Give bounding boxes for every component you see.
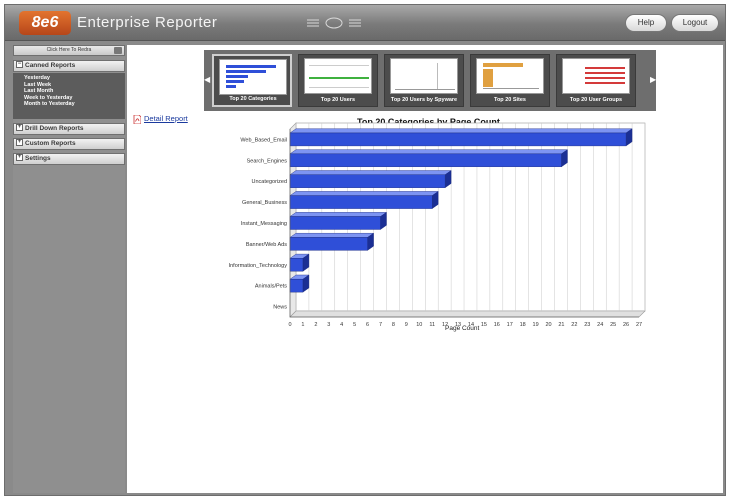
expand-box-icon: + — [16, 153, 23, 161]
bar — [289, 132, 627, 147]
x-tick-label: 25 — [610, 322, 616, 328]
bar-top-face — [289, 149, 569, 155]
thumbnail-label: Top 20 User Groups — [569, 97, 623, 103]
bar — [289, 174, 446, 188]
x-tick-label: 8 — [392, 322, 395, 328]
nav-settings[interactable]: + Settings — [13, 153, 125, 165]
nav-canned-reports[interactable]: − Canned Reports — [13, 60, 125, 72]
bar — [289, 216, 381, 230]
x-tick-label: 23 — [584, 322, 590, 328]
y-category-label: Search_Engines — [247, 158, 288, 164]
x-tick-label: 15 — [481, 322, 487, 328]
nav-custom-reports[interactable]: + Custom Reports — [13, 138, 125, 150]
thumbnail-label: Top 20 Users — [320, 97, 356, 103]
canned-reports-list: Yesterday Last Week Last Month Week to Y… — [13, 73, 125, 119]
bar-top-face — [289, 191, 439, 196]
plot-floor — [289, 310, 646, 318]
header-bar: 8e6 Enterprise Reporter Help Logout — [5, 5, 725, 41]
brand-logo: 8e6 — [19, 11, 71, 35]
x-tick-label: 9 — [405, 322, 408, 328]
y-category-label: Information_Technology — [229, 263, 288, 269]
x-tick-label: 24 — [597, 322, 603, 328]
chart-x-axis-label: Page Count — [445, 325, 480, 332]
thumbnail-label: Top 20 Sites — [494, 97, 526, 103]
carousel-left-arrow-icon[interactable]: ◀ — [204, 72, 210, 88]
x-tick-label: 17 — [507, 322, 513, 328]
thumbnail-top-20-sites[interactable]: Top 20 Sites — [470, 54, 550, 107]
logout-button[interactable]: Logout — [671, 14, 719, 32]
thumbnail-top-20-users[interactable]: Top 20 Users — [298, 54, 378, 107]
x-tick-label: 22 — [571, 322, 577, 328]
bar — [289, 278, 304, 293]
y-category-label: Animals/Pets — [255, 284, 287, 290]
y-category-label: Banner/Web Ads — [246, 242, 287, 248]
y-category-label: Web_Based_Email — [240, 137, 287, 143]
nav-canned-reports-label: Canned Reports — [25, 62, 76, 69]
x-tick-label: 27 — [636, 322, 642, 328]
bar-top-face — [289, 128, 633, 134]
main-content: ◀ Top 20 Categories Top 20 Users Top 20 … — [127, 45, 723, 493]
carousel-right-arrow-icon[interactable]: ▶ — [650, 72, 656, 88]
x-tick-label: 0 — [288, 322, 291, 328]
thumbnail-preview — [562, 58, 630, 94]
x-tick-label: 11 — [429, 322, 435, 328]
x-tick-label: 10 — [416, 322, 422, 328]
bar — [289, 258, 304, 272]
canned-item-month-to-yesterday[interactable]: Month to Yesterday — [24, 101, 125, 108]
y-category-label: News — [273, 305, 287, 311]
x-tick-label: 19 — [533, 322, 539, 328]
thumbnail-preview — [476, 58, 544, 94]
bar — [289, 153, 562, 168]
nav-drill-down-reports[interactable]: + Drill Down Reports — [13, 123, 125, 135]
collapse-box-icon: − — [16, 60, 23, 68]
x-tick-label: 7 — [379, 322, 382, 328]
x-tick-label: 6 — [366, 322, 369, 328]
nav-custom-reports-label: Custom Reports — [25, 140, 76, 147]
bar-top-face — [289, 233, 375, 238]
app-window: 8e6 Enterprise Reporter Help Logout Clic… — [4, 4, 726, 496]
thumbnail-label: Top 20 Categories — [229, 96, 277, 102]
bar — [289, 195, 433, 209]
y-category-label: General_Business — [242, 200, 287, 206]
y-category-label: Uncategorized — [252, 179, 287, 185]
x-tick-label: 18 — [520, 322, 526, 328]
brand-emblem-icon — [307, 17, 361, 29]
bar-chart: 0 1 2 3 4 5 6 7 8 9 10 11 12 13 14 15 16 17 18 19 20 21 22 23 24… — [229, 122, 646, 328]
redraw-bar[interactable]: Click Here To Redra — [13, 45, 125, 56]
thumbnail-preview — [304, 58, 372, 94]
x-tick-label: 3 — [327, 322, 330, 328]
thumbnail-top-20-user-groups[interactable]: Top 20 User Groups — [556, 54, 636, 107]
x-tick-label: 4 — [340, 322, 343, 328]
x-tick-label: 26 — [623, 322, 629, 328]
thumbnail-preview — [219, 59, 287, 95]
redraw-label: Click Here To Redra — [46, 47, 92, 53]
expand-box-icon: + — [16, 138, 23, 146]
x-tick-label: 21 — [558, 322, 564, 328]
thumbnail-preview — [390, 58, 458, 94]
thumbnail-top-20-users-by-spyware[interactable]: Top 20 Users by Spyware — [384, 54, 464, 107]
bar-top-face — [289, 212, 388, 217]
app-title: Enterprise Reporter — [77, 14, 218, 31]
x-tick-label: 20 — [545, 322, 551, 328]
y-category-label: Instant_Messaging — [241, 221, 287, 227]
x-tick-label: 16 — [494, 322, 500, 328]
report-carousel: ◀ Top 20 Categories Top 20 Users Top 20 … — [204, 50, 656, 111]
bar — [289, 237, 368, 251]
expand-box-icon: + — [16, 123, 23, 131]
collapse-toggle-icon[interactable] — [114, 47, 122, 54]
bar-top-face — [289, 170, 452, 175]
x-tick-label: 5 — [353, 322, 356, 328]
help-button[interactable]: Help — [625, 14, 667, 32]
thumbnail-label: Top 20 Users by Spyware — [390, 97, 458, 103]
nav-drill-down-label: Drill Down Reports — [25, 125, 84, 132]
x-tick-label: 2 — [314, 322, 317, 328]
nav-settings-label: Settings — [25, 155, 51, 162]
x-tick-label: 1 — [301, 322, 304, 328]
thumbnail-top-20-categories[interactable]: Top 20 Categories — [212, 54, 292, 107]
sidebar: Click Here To Redra − Canned Reports Yest… — [13, 45, 125, 493]
